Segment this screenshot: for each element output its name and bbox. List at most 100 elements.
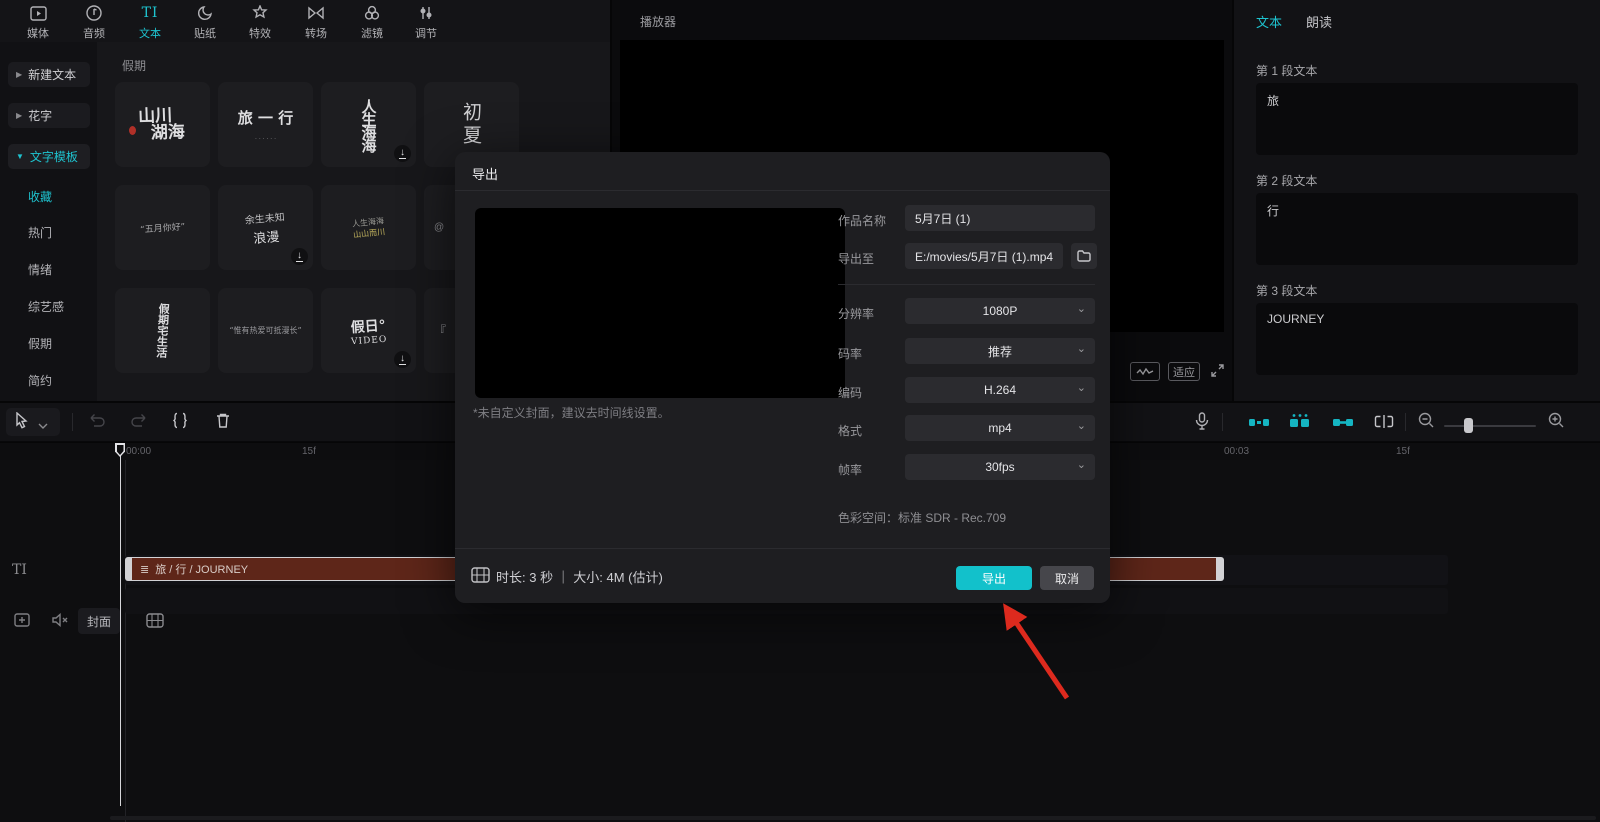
sidebar-cat-hot[interactable]: 热门 bbox=[28, 224, 52, 241]
tab-audio[interactable]: 音频 bbox=[66, 4, 122, 41]
export-path-input[interactable]: E:/movies/5月7日 (1).mp4 bbox=[905, 243, 1063, 269]
codec-select[interactable]: H.264 ⌄ bbox=[905, 377, 1095, 403]
sidebar-item-new-text[interactable]: ▶ 新建文本 bbox=[8, 62, 90, 87]
playhead-line[interactable] bbox=[120, 444, 122, 806]
tab-effects[interactable]: 特效 bbox=[232, 4, 288, 41]
toolbar-divider bbox=[72, 413, 73, 431]
dialog-divider bbox=[838, 284, 1095, 285]
redo-icon[interactable] bbox=[130, 412, 148, 433]
caret-right-icon: ▶ bbox=[16, 111, 22, 120]
card-text: 旅 一 行 bbox=[238, 107, 293, 128]
card-text: 浪漫 bbox=[252, 225, 280, 246]
export-dialog: 导出 *未自定义封面，建议去时间线设置。 作品名称 5月7日 (1) 导出至 E… bbox=[455, 152, 1110, 603]
tool-dropdown-chevron-icon[interactable] bbox=[38, 417, 48, 435]
card-text: @ bbox=[434, 222, 444, 233]
sidebar-cat-variety[interactable]: 综艺感 bbox=[28, 298, 64, 315]
template-card[interactable]: 旅 一 行 · · · · · · bbox=[218, 82, 313, 167]
cover-button[interactable]: 封面 bbox=[78, 608, 120, 634]
tab-label: 贴纸 bbox=[194, 25, 216, 41]
chevron-down-icon: ⌄ bbox=[1077, 302, 1086, 315]
template-card[interactable]: “五月你好” bbox=[115, 185, 210, 270]
dialog-title: 导出 bbox=[472, 164, 498, 183]
sidebar-cat-simple[interactable]: 简约 bbox=[28, 372, 52, 389]
field-label: 帧率 bbox=[838, 461, 862, 478]
field-label: 格式 bbox=[838, 422, 862, 439]
clip-text-icon: ≣ bbox=[140, 563, 149, 576]
sidebar-item-text-template[interactable]: ▼ 文字模板 bbox=[8, 144, 90, 169]
select-value: 30fps bbox=[985, 460, 1014, 474]
tab-filter[interactable]: 滤镜 bbox=[344, 4, 400, 41]
tab-read-aloud[interactable]: 朗读 bbox=[1306, 12, 1332, 31]
record-voiceover-icon[interactable] bbox=[1195, 412, 1209, 435]
auto-snap-icon[interactable] bbox=[1288, 413, 1312, 434]
horizontal-scrollbar[interactable] bbox=[110, 816, 1596, 820]
bitrate-select[interactable]: 推荐 ⌄ bbox=[905, 338, 1095, 364]
preview-axis-icon[interactable] bbox=[1374, 414, 1394, 434]
tab-text-content[interactable]: 文本 bbox=[1256, 12, 1282, 31]
expand-tracks-icon[interactable] bbox=[14, 613, 30, 632]
template-card[interactable]: 假期宅生活 bbox=[115, 288, 210, 373]
clip-label: 旅 / 行 / JOURNEY bbox=[155, 561, 248, 577]
tab-sticker[interactable]: 贴纸 bbox=[177, 4, 233, 41]
download-icon[interactable]: ↓ bbox=[394, 351, 411, 368]
media-icon bbox=[30, 4, 47, 22]
tab-adjust[interactable]: 调节 bbox=[398, 4, 454, 41]
card-text: 『 bbox=[434, 322, 446, 339]
download-icon[interactable]: ↓ bbox=[291, 248, 308, 265]
tab-label: 媒体 bbox=[27, 25, 49, 41]
cancel-button[interactable]: 取消 bbox=[1040, 566, 1094, 590]
template-card[interactable]: “惟有热爱可抵漫长” bbox=[218, 288, 313, 373]
card-text: 湖海 bbox=[151, 124, 186, 142]
text-track-icon: TI bbox=[12, 562, 27, 578]
tab-media[interactable]: 媒体 bbox=[10, 4, 66, 41]
linkage-icon[interactable] bbox=[1332, 416, 1354, 434]
sidebar-cat-emotion[interactable]: 情绪 bbox=[28, 261, 52, 278]
format-select[interactable]: mp4 ⌄ bbox=[905, 415, 1095, 441]
field-label: 编码 bbox=[838, 384, 862, 401]
delete-icon[interactable] bbox=[215, 412, 231, 434]
zoom-slider[interactable] bbox=[1444, 425, 1536, 427]
segment-text-input[interactable]: 旅 bbox=[1256, 83, 1578, 155]
template-card[interactable]: 山川 湖海 bbox=[115, 82, 210, 167]
split-icon[interactable] bbox=[172, 412, 188, 434]
undo-icon[interactable] bbox=[88, 412, 106, 433]
template-card[interactable]: 人生海海 ↓ bbox=[321, 82, 416, 167]
fit-button[interactable]: 适应 bbox=[1168, 362, 1200, 381]
project-name-input[interactable]: 5月7日 (1) bbox=[905, 205, 1095, 231]
framerate-select[interactable]: 30fps ⌄ bbox=[905, 454, 1095, 480]
segment-text-input[interactable]: JOURNEY bbox=[1256, 303, 1578, 375]
card-text: · · · · · · bbox=[255, 136, 276, 143]
field-label: 作品名称 bbox=[838, 212, 886, 229]
tab-transition[interactable]: 转场 bbox=[288, 4, 344, 41]
field-label: 码率 bbox=[838, 345, 862, 362]
select-tool-icon[interactable] bbox=[14, 412, 30, 435]
card-text: 山山而川 bbox=[353, 226, 386, 240]
toolbar-divider bbox=[1222, 413, 1223, 431]
sidebar-cat-favorites[interactable]: 收藏 bbox=[28, 188, 52, 205]
waveform-icon[interactable] bbox=[1130, 362, 1160, 381]
template-card[interactable]: 人生海海 山山而川 bbox=[321, 185, 416, 270]
main-track-film-icon[interactable] bbox=[146, 613, 164, 633]
mute-track-icon[interactable] bbox=[52, 613, 69, 632]
sidebar-item-label: 新建文本 bbox=[28, 66, 76, 83]
zoom-out-icon[interactable] bbox=[1418, 412, 1434, 433]
fit-label: 适应 bbox=[1173, 364, 1195, 380]
sidebar-item-huazi[interactable]: ▶ 花字 bbox=[8, 103, 90, 128]
main-track-magnet-icon[interactable] bbox=[1248, 416, 1270, 434]
track-header-divider bbox=[125, 460, 126, 822]
zoom-slider-handle[interactable] bbox=[1464, 418, 1473, 433]
sidebar-cat-holiday[interactable]: 假期 bbox=[28, 335, 52, 352]
browse-folder-button[interactable] bbox=[1071, 243, 1097, 269]
template-card[interactable]: 假日° VIDEO ↓ bbox=[321, 288, 416, 373]
ruler-label: 15f bbox=[302, 446, 316, 457]
tab-text[interactable]: TI 文本 bbox=[122, 4, 178, 41]
fullscreen-icon[interactable] bbox=[1210, 363, 1225, 383]
film-icon bbox=[471, 567, 490, 588]
resolution-select[interactable]: 1080P ⌄ bbox=[905, 298, 1095, 324]
chevron-down-icon: ⌄ bbox=[1077, 381, 1086, 394]
segment-text-input[interactable]: 行 bbox=[1256, 193, 1578, 265]
zoom-in-icon[interactable] bbox=[1548, 412, 1564, 433]
download-icon[interactable]: ↓ bbox=[394, 145, 411, 162]
export-button[interactable]: 导出 bbox=[956, 566, 1032, 590]
template-card[interactable]: 余生未知 浪漫 ↓ bbox=[218, 185, 313, 270]
